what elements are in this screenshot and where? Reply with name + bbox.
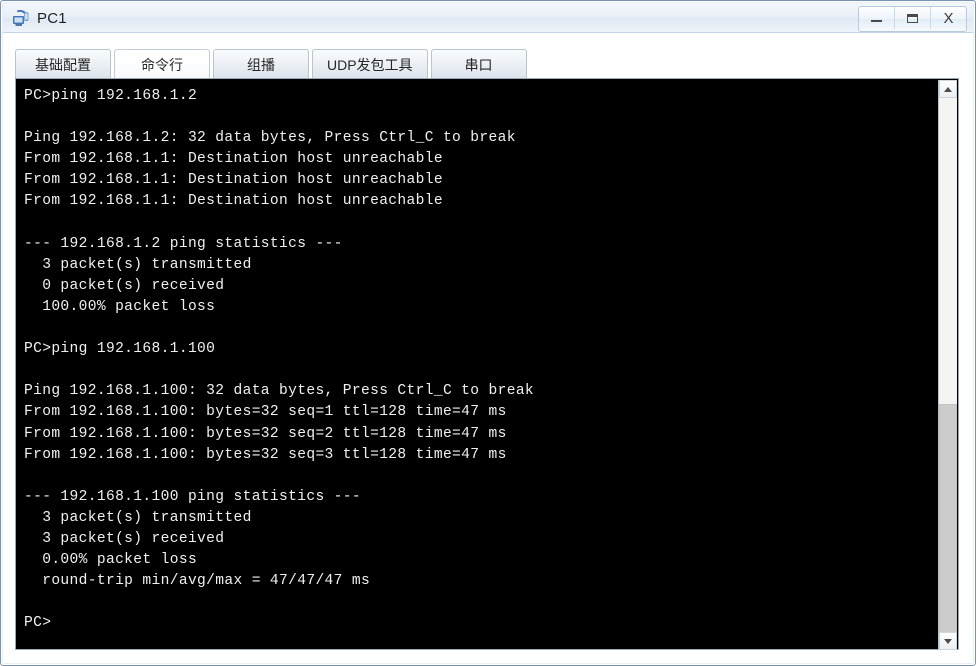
close-icon: X <box>943 9 954 27</box>
chevron-down-icon <box>944 638 952 644</box>
scrollbar-thumb[interactable] <box>939 404 957 639</box>
terminal-scrollbar[interactable] <box>938 80 957 650</box>
terminal-line: Ping 192.168.1.100: 32 data bytes, Press… <box>24 383 535 400</box>
terminal-line: round-trip min/avg/max = 47/47/47 ms <box>24 573 371 590</box>
terminal-line: From 192.168.1.100: bytes=32 seq=1 ttl=1… <box>24 404 507 421</box>
terminal-line: PC> <box>24 615 52 632</box>
title-bar[interactable]: PC1 X <box>3 3 973 33</box>
scrollbar-track[interactable] <box>939 98 957 639</box>
scroll-up-button[interactable] <box>939 80 957 98</box>
tab-multicast[interactable]: 组播 <box>213 49 309 79</box>
minimize-icon <box>871 20 882 22</box>
tab-label: 组播 <box>247 56 275 73</box>
window-title: PC1 <box>37 9 67 27</box>
tab-label: UDP发包工具 <box>327 56 413 73</box>
minimize-button[interactable] <box>859 7 895 29</box>
terminal-line: 0 packet(s) received <box>24 277 225 294</box>
terminal-line: From 192.168.1.1: Destination host unrea… <box>24 172 443 189</box>
command-line-terminal[interactable]: PC>ping 192.168.1.2 Ping 192.168.1.2: 32… <box>15 78 959 650</box>
tab-bar: 基础配置 命令行 组播 UDP发包工具 串口 <box>15 46 530 79</box>
terminal-line: --- 192.168.1.100 ping statistics --- <box>24 488 361 505</box>
terminal-line: PC>ping 192.168.1.100 <box>24 341 216 358</box>
terminal-line: PC>ping 192.168.1.2 <box>24 88 198 104</box>
terminal-line: From 192.168.1.100: bytes=32 seq=2 ttl=1… <box>24 425 507 442</box>
maximize-icon <box>907 13 918 23</box>
pc1-window: PC1 X 基础配置 命令行 组播 UDP发包工具 串口 PC>ping 192.168… <box>0 0 976 666</box>
tab-label: 基础配置 <box>35 56 91 73</box>
close-button[interactable]: X <box>931 7 966 29</box>
title-bar-left: PC1 <box>11 3 67 33</box>
tab-basic-config[interactable]: 基础配置 <box>15 49 111 79</box>
terminal-line: From 192.168.1.1: Destination host unrea… <box>24 151 443 168</box>
tab-udp-tool[interactable]: UDP发包工具 <box>312 49 428 79</box>
terminal-line: 0.00% packet loss <box>24 552 198 569</box>
tab-label: 命令行 <box>141 56 183 73</box>
terminal-line: 3 packet(s) transmitted <box>24 509 252 526</box>
terminal-line: Ping 192.168.1.2: 32 data bytes, Press C… <box>24 130 516 147</box>
window-bottom-strip <box>3 650 973 663</box>
tab-command-line[interactable]: 命令行 <box>114 49 210 79</box>
terminal-line: From 192.168.1.100: bytes=32 seq=3 ttl=1… <box>24 446 507 463</box>
window-controls: X <box>858 6 967 32</box>
tab-serial-port[interactable]: 串口 <box>430 49 527 79</box>
terminal-line: 100.00% packet loss <box>24 298 216 315</box>
terminal-line: 3 packet(s) received <box>24 530 225 547</box>
pc-terminal-icon <box>11 8 31 28</box>
tab-label: 串口 <box>464 56 493 73</box>
terminal-line: From 192.168.1.1: Destination host unrea… <box>24 193 443 210</box>
chevron-up-icon <box>944 86 952 92</box>
terminal-line: --- 192.168.1.2 ping statistics --- <box>24 235 343 252</box>
terminal-output: PC>ping 192.168.1.2 Ping 192.168.1.2: 32… <box>24 86 929 634</box>
terminal-line: 3 packet(s) transmitted <box>24 256 252 273</box>
maximize-button[interactable] <box>895 7 931 29</box>
scroll-down-button[interactable] <box>939 632 957 650</box>
